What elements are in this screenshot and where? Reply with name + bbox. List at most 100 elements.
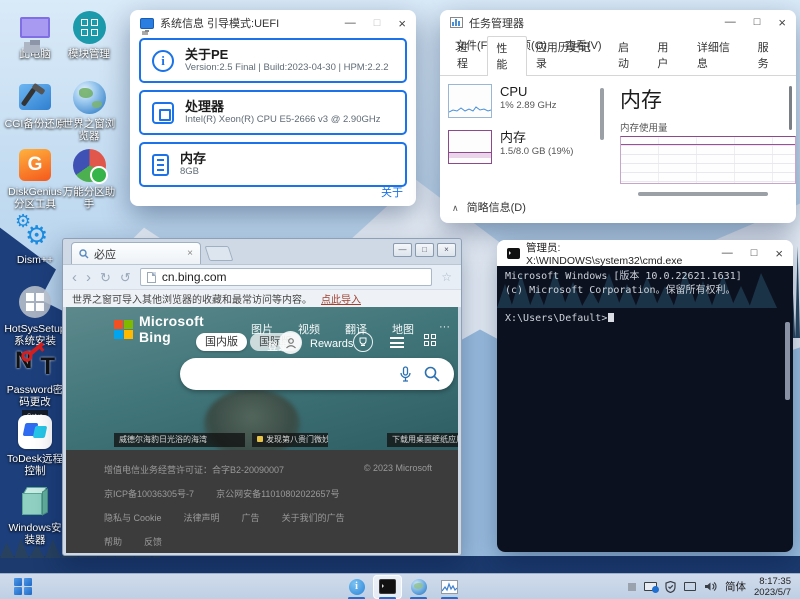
cmd-titlebar[interactable]: 管理员: X:\WINDOWS\system32\cmd.exe — □ × (497, 240, 793, 266)
footer-link-about-ads[interactable]: 关于我们的广告 (282, 511, 345, 524)
tab-performance[interactable]: 性能 (487, 36, 526, 76)
tab-app-history[interactable]: 应用历史记录 (527, 35, 609, 75)
rewards-link[interactable]: Rewards (310, 338, 353, 350)
memory-list-item[interactable]: 内存 1.5/8.0 GB (19%) (448, 130, 598, 164)
footer-link-legal[interactable]: 法律声明 (184, 511, 220, 524)
close-button[interactable]: × (398, 18, 406, 29)
desktop-icon-hotsyssetup[interactable]: Setup HotSysSetup系统安装 (4, 283, 66, 347)
ime-language-indicator[interactable]: 简体 (725, 579, 746, 594)
taskbar-clock[interactable]: 8:17:35 2023/5/7 (754, 576, 791, 598)
taskbar-item-task-manager[interactable] (435, 575, 464, 599)
diskgenius-icon: G (19, 149, 51, 181)
footer-icp[interactable]: 京ICP备10036305号-7 (104, 487, 194, 500)
system-info-titlebar[interactable]: 系统信息 引导模式:UEFI — □ × (130, 10, 416, 36)
graph-horizontal-scrollbar[interactable] (638, 192, 768, 196)
clock-date: 2023/5/7 (754, 587, 791, 598)
qr-code-icon[interactable] (424, 334, 436, 346)
undo-button[interactable]: ↺ (120, 271, 131, 284)
tab-users[interactable]: 用户 (648, 35, 687, 75)
taskbar-item-browser[interactable] (404, 575, 433, 599)
desktop-icon-windows-installer[interactable]: Windows安装器 (4, 482, 66, 546)
microphone-icon[interactable] (399, 366, 412, 382)
minimize-button[interactable]: — (725, 17, 736, 28)
back-button[interactable]: ‹ (72, 271, 77, 284)
desktop-icon-world-browser[interactable]: 世界之窗浏览器 (58, 78, 120, 142)
maximize-button[interactable]: □ (374, 18, 381, 29)
bing-search-box[interactable] (180, 358, 454, 390)
desktop-icon-diskgenius[interactable]: G DiskGenius分区工具 (4, 146, 66, 210)
icon-label: DiskGenius分区工具 (4, 186, 66, 210)
cpu-icon (152, 102, 174, 124)
domestic-version-pill[interactable]: 国内版 (196, 333, 247, 351)
address-bar[interactable]: cn.bing.com (140, 268, 432, 286)
avatar[interactable] (279, 331, 302, 354)
maximize-button[interactable]: □ (751, 248, 758, 259)
desktop-icon-cgi-backup[interactable]: CGI备份还原 (4, 78, 66, 130)
close-button[interactable]: × (778, 17, 786, 28)
maximize-button[interactable]: □ (754, 17, 761, 28)
close-button[interactable]: × (775, 248, 783, 259)
forward-button[interactable]: › (86, 271, 91, 284)
tab-details[interactable]: 详细信息 (688, 35, 749, 75)
desktop-icon-nt-password[interactable]: NT Password密码更改 (4, 344, 66, 408)
cmd-scrollbar[interactable] (785, 322, 790, 400)
memory-value: 1.5/8.0 GB (19%) (500, 146, 573, 157)
desktop-icon-todesk[interactable]: ToDesk远程控制 (4, 413, 66, 477)
image-caption-left[interactable]: 威德尔海豹日光浴的海湾 (114, 433, 245, 447)
left-panel-scrollbar[interactable] (600, 88, 604, 140)
network-icon[interactable] (684, 582, 696, 591)
desktop-icon-this-pc[interactable]: 此电脑 (4, 8, 66, 60)
cmd-line: (c) Microsoft Corporation。保留所有权利。 (505, 284, 785, 298)
chevron-up-icon: ∧ (452, 203, 459, 213)
tab-close-icon[interactable]: × (187, 248, 193, 259)
summary-view-toggle[interactable]: ∧简略信息(D) (452, 199, 526, 215)
refresh-button[interactable]: ↻ (100, 271, 111, 284)
hidden-icons-button[interactable] (628, 583, 636, 591)
tab-services[interactable]: 服务 (749, 35, 788, 75)
taskbar-item-cmd[interactable] (373, 575, 402, 599)
cmd-window: 管理员: X:\WINDOWS\system32\cmd.exe — □ × M… (497, 240, 793, 552)
cmd-console[interactable]: Microsoft Windows [版本 10.0.22621.1631] (… (497, 266, 793, 552)
close-button[interactable]: × (437, 243, 456, 257)
start-button[interactable] (14, 578, 32, 596)
browser-tabstrip[interactable]: 必应 × — □ × (63, 239, 461, 264)
image-caption-right[interactable]: 下载用桌面壁纸应用 (387, 433, 458, 447)
volume-icon[interactable] (704, 581, 717, 592)
clock-time: 8:17:35 (754, 576, 791, 587)
footer-link-feedback[interactable]: 反馈 (144, 535, 162, 548)
minimize-button[interactable]: — (393, 243, 412, 257)
about-link[interactable]: 关于 (381, 184, 403, 200)
browser-tab-bing[interactable]: 必应 × (71, 242, 201, 264)
new-tab-button[interactable] (205, 246, 234, 261)
footer-link-ads[interactable]: 广告 (242, 511, 260, 524)
bing-page: Microsoft Bing 图片 视频 翻译 地图 ··· 国内版 国际版 登… (66, 307, 458, 553)
bookmark-star-icon[interactable]: ☆ (441, 270, 452, 284)
desktop-icon-dism[interactable]: ⚙⚙ Dism++ (4, 214, 66, 266)
task-manager-titlebar[interactable]: 任务管理器 — □ × (440, 10, 796, 35)
right-panel-scrollbar[interactable] (789, 86, 792, 130)
tab-processes[interactable]: 进程 (448, 35, 487, 75)
ime-keyboard-icon[interactable] (644, 582, 657, 591)
maximize-button[interactable]: □ (415, 243, 434, 257)
window-title: 系统信息 引导模式:UEFI (160, 15, 279, 31)
footer-psb[interactable]: 京公网安备11010802022657号 (216, 487, 339, 500)
icon-label: 万能分区助手 (58, 186, 120, 210)
desktop-icon-module-manager[interactable]: 模块管理 (58, 8, 120, 60)
taskbar-item-system-info[interactable]: i (342, 575, 371, 599)
cpu-list-item[interactable]: CPU 1% 2.89 GHz (448, 84, 598, 118)
tab-startup[interactable]: 启动 (609, 35, 648, 75)
minimize-button[interactable]: — (722, 248, 733, 259)
rewards-trophy-icon[interactable] (353, 332, 373, 352)
footer-link-help[interactable]: 帮助 (104, 535, 122, 548)
minimize-button[interactable]: — (345, 18, 356, 29)
image-caption-middle[interactable]: 发现第八贵门微妙 (252, 433, 328, 447)
search-submit-icon[interactable] (424, 366, 440, 382)
security-shield-icon[interactable] (665, 581, 676, 593)
tab-title: 必应 (94, 246, 116, 262)
footer-link-privacy[interactable]: 隐私与 Cookie (104, 511, 162, 524)
cmd-prompt[interactable]: X:\Users\Default> (505, 312, 785, 326)
desktop-icon-partition-assistant[interactable]: 万能分区助手 (58, 146, 120, 210)
import-link[interactable]: 点此导入 (321, 291, 361, 306)
notification-text: 世界之窗可导入其他浏览器的收藏和最常访问等内容。 (72, 291, 312, 306)
hamburger-menu-icon[interactable] (390, 337, 404, 351)
